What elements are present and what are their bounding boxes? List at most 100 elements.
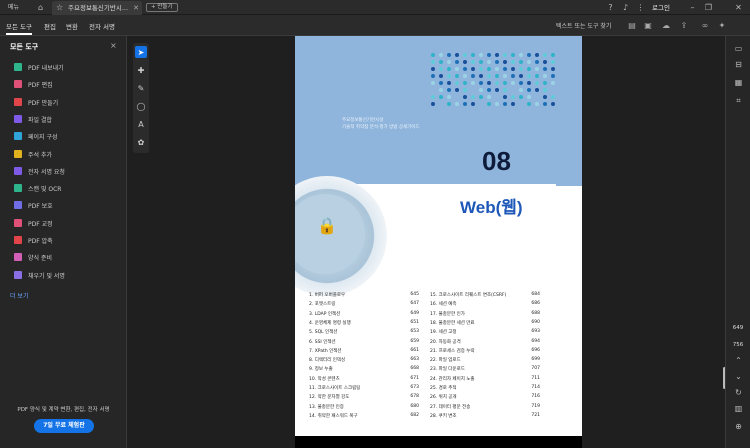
zoom-icon[interactable]: ⊕ — [732, 420, 745, 433]
decoration-dot — [527, 102, 531, 106]
pen-icon[interactable]: ✎ — [135, 82, 147, 94]
toc-row[interactable]: 17. 불충분한 인가 688 — [430, 311, 540, 320]
toc-row[interactable]: 2. 포맷스트링 647 — [309, 301, 419, 310]
page-down-icon[interactable]: ⌄ — [732, 370, 745, 383]
toc-row[interactable]: 15. 크로스사이트 리퀘스트 변조(CSRF) 684 — [430, 292, 540, 301]
minimize-icon[interactable]: – — [686, 1, 699, 14]
close-panel-icon[interactable]: × — [110, 41, 117, 50]
toc-row[interactable]: 1. 버퍼 오버플로우 645 — [309, 292, 419, 301]
rotate-icon[interactable]: ↻ — [732, 386, 745, 399]
home-icon[interactable]: ⌂ — [34, 1, 47, 14]
maximize-icon[interactable]: ❐ — [702, 1, 715, 14]
page-up-icon[interactable]: ⌃ — [732, 354, 745, 367]
sidebar-item[interactable]: PDF 교정 — [14, 218, 53, 231]
toc-row[interactable]: 23. 파일 다운로드 707 — [430, 366, 540, 375]
star-icon[interactable]: ☆ — [56, 1, 63, 15]
sidebar-item[interactable]: PDF 내보내기 — [14, 63, 64, 75]
toc-row[interactable]: 10. 악성 콘텐츠 671 — [309, 376, 419, 385]
ai-assistant-icon[interactable]: ✦ — [715, 18, 729, 32]
close-tab-icon[interactable]: ✕ — [133, 1, 139, 15]
toc-row[interactable]: 4. 운영체제 명령 실행 651 — [309, 320, 419, 329]
share-icon[interactable]: ⇪ — [677, 18, 691, 32]
cloud-upload-icon[interactable]: ☁ — [659, 18, 673, 32]
toc-row[interactable]: 11. 크로스사이트 스크립팅 673 — [309, 385, 419, 394]
chapter-number: 08 — [482, 146, 511, 176]
apps-icon[interactable]: ⋮ — [634, 1, 647, 14]
close-window-icon[interactable]: ✕ — [732, 1, 745, 14]
find-tool-search[interactable]: 텍스트 또는 도구 찾기 — [556, 21, 611, 30]
toc-row[interactable]: 21. 프로세스 검증 누락 696 — [430, 348, 540, 357]
toc-row[interactable]: 25. 경로 추적 714 — [430, 385, 540, 394]
toc-row[interactable]: 8. 디렉터리 인덱싱 663 — [309, 357, 419, 366]
sidebar-item[interactable]: PDF 보호 — [14, 201, 53, 213]
decoration-dot — [471, 67, 475, 71]
sidebar-item[interactable]: PDF 압축 — [14, 236, 53, 248]
toc-row[interactable]: 3. LDAP 인젝션 649 — [309, 311, 419, 320]
sidebar-item-label: 전자 서명 요청 — [28, 168, 65, 176]
toc-row[interactable]: 14. 취약한 패스워드 복구 682 — [309, 413, 419, 422]
sidebar-item[interactable]: 채우기 및 서명 — [14, 270, 65, 283]
sidebar-item[interactable]: 양식 준비 — [14, 253, 52, 265]
select-cursor-icon[interactable]: ➤ — [135, 46, 147, 58]
toc-entry-title: 2. 포맷스트링 — [309, 302, 336, 308]
toc-row[interactable]: 19. 세션 고정 693 — [430, 329, 540, 338]
text-box-icon[interactable]: A — [135, 118, 147, 130]
tab-convert[interactable]: 변환 — [66, 21, 78, 31]
new-create-button[interactable]: + 만들기 — [146, 3, 178, 12]
sidebar-item[interactable]: 페이지 구성 — [14, 132, 58, 144]
document-canvas[interactable]: 주요정보통신기반시설 기술적 취약점 분석·평가 방법 상세가이드 🔒 08 W… — [133, 36, 725, 448]
more-tools-link[interactable]: 더 보기 — [10, 291, 28, 300]
toc-row[interactable]: 18. 불충분한 세션 만료 690 — [430, 320, 540, 329]
tab-edit[interactable]: 편집 — [44, 21, 56, 31]
sidebar-item[interactable]: 주석 추가 — [14, 149, 52, 162]
menu-button[interactable]: 메뉴 — [4, 2, 23, 13]
thumbnails-icon[interactable]: ▦ — [732, 76, 745, 89]
stamp-icon[interactable]: ✿ — [135, 136, 147, 148]
tab-all-tools[interactable]: 모든 도구 — [6, 21, 32, 35]
bell-icon[interactable]: ♪ — [619, 1, 632, 14]
toc-row[interactable]: 16. 세션 예측 686 — [430, 301, 540, 310]
comments-icon[interactable]: ▭ — [732, 42, 745, 55]
toc-row[interactable]: 26. 위치 공개 716 — [430, 394, 540, 403]
toc-entry-title: 10. 악성 콘텐츠 — [309, 376, 340, 382]
link-icon[interactable]: ∞ — [698, 18, 712, 32]
decoration-dot — [471, 60, 475, 64]
toc-entry-title: 18. 불충분한 세션 만료 — [430, 320, 475, 326]
toc-row[interactable]: 7. XPath 인젝션 661 — [309, 348, 419, 357]
attachments-icon[interactable]: ⌗ — [732, 94, 745, 107]
toc-row[interactable]: 5. SQL 인젝션 653 — [309, 329, 419, 338]
sidebar-item[interactable]: PDF 만들기 — [14, 97, 58, 110]
decoration-dot — [527, 81, 531, 85]
free-trial-button[interactable]: 7일 무료 체험판 — [34, 419, 94, 433]
current-page-number[interactable]: 649 — [729, 325, 747, 331]
tab-esign[interactable]: 전자 서명 — [89, 21, 115, 31]
draw-shape-icon[interactable]: ◯ — [135, 100, 147, 112]
decoration-dot — [447, 88, 451, 92]
toc-row[interactable]: 28. 쿠키 변조 721 — [430, 413, 540, 422]
sidebar-item[interactable]: 스캔 및 OCR — [14, 184, 61, 196]
toc-row[interactable]: 20. 자동화 공격 694 — [430, 339, 540, 348]
toc-row[interactable]: 27. 데이터 평문 전송 719 — [430, 404, 540, 413]
print-icon[interactable]: ▤ — [625, 18, 639, 32]
page-view-icon[interactable]: ▥ — [732, 402, 745, 415]
toc-entry-title: 3. LDAP 인젝션 — [309, 311, 341, 317]
toc-row[interactable]: 13. 불충분한 인증 680 — [309, 404, 419, 413]
toc-row[interactable]: 9. 정보 누출 668 — [309, 366, 419, 375]
toc-row[interactable]: 22. 파일 업로드 699 — [430, 357, 540, 366]
add-comment-icon[interactable]: ✚ — [135, 64, 147, 76]
sidebar-item[interactable]: 파일 결합 — [14, 114, 52, 127]
toc-row[interactable]: 6. SSI 인젝션 659 — [309, 339, 419, 348]
document-tab[interactable]: ☆ 주요정보통신기반시... ✕ — [52, 1, 142, 15]
decoration-dot — [503, 67, 507, 71]
toc-row[interactable]: 12. 약한 문자열 강도 678 — [309, 394, 419, 403]
sidebar-item[interactable]: PDF 편집 — [14, 80, 53, 92]
toc-entry-title: 7. XPath 인젝션 — [309, 348, 342, 354]
help-icon[interactable]: ? — [604, 1, 617, 14]
save-icon[interactable]: ▣ — [641, 18, 655, 32]
decoration-dot — [431, 53, 435, 57]
bookmark-icon[interactable]: ⊟ — [732, 58, 745, 71]
sidebar-item[interactable]: 전자 서명 요청 — [14, 166, 65, 179]
decoration-dot — [551, 67, 555, 71]
toc-row[interactable]: 24. 관리자 페이지 노출 711 — [430, 376, 540, 385]
login-button[interactable]: 로그인 — [652, 2, 670, 12]
